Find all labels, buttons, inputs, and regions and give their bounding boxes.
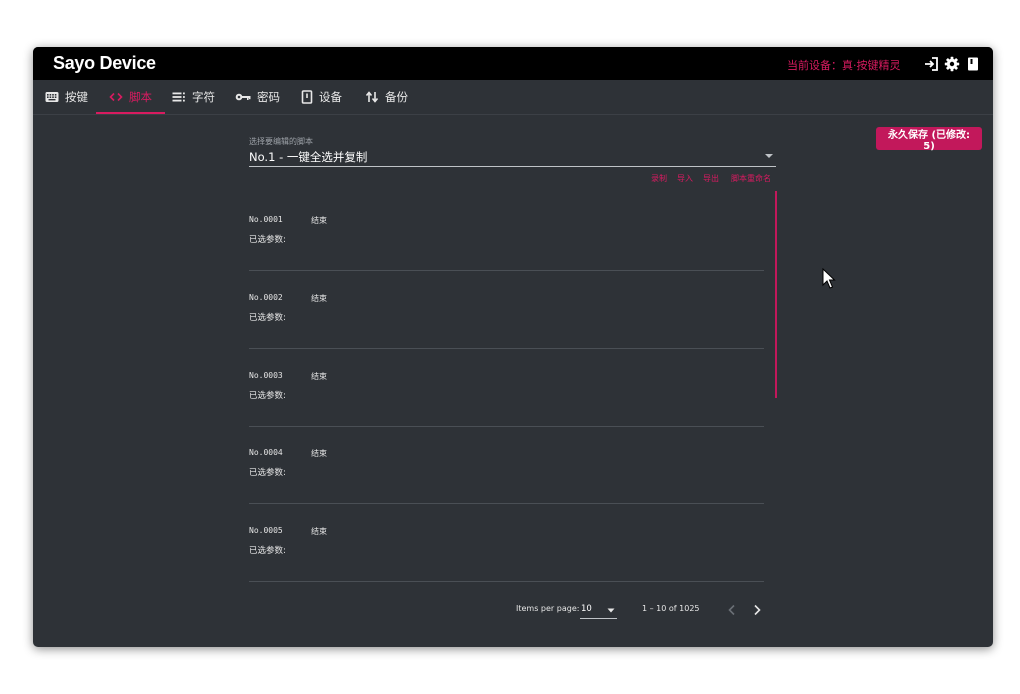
tab-label: 字符 (192, 90, 215, 104)
step-number: No.0002 (249, 293, 283, 302)
tab-passwords[interactable]: 密码 (235, 80, 280, 114)
script-select-value: No.1 - 一键全选并复制 (249, 150, 368, 164)
step-number: No.0003 (249, 371, 283, 380)
import-link[interactable]: 导入 (677, 173, 693, 184)
tab-keys[interactable]: 按键 (45, 80, 88, 114)
list-item[interactable]: No.0001 结束 已选参数: (249, 192, 764, 271)
tab-device[interactable]: 设备 (301, 80, 342, 114)
step-action: 结束 (311, 527, 327, 536)
save-permanently-button[interactable]: 永久保存 (已修改: 5) (876, 127, 982, 152)
tab-backup[interactable]: 备份 (365, 80, 408, 114)
tab-label: 脚本 (129, 90, 152, 104)
code-icon (109, 92, 123, 102)
step-action: 结束 (311, 449, 327, 458)
app-window: Sayo Device 当前设备：真·按键精灵 按键 脚本 字符 密码 设备 备… (33, 47, 993, 647)
gear-icon[interactable] (944, 56, 960, 72)
step-params-label: 已选参数: (249, 468, 286, 478)
page-size-value: 10 (581, 604, 592, 614)
script-select[interactable]: 选择要编辑的脚本 No.1 - 一键全选并复制 (249, 136, 776, 167)
list-item[interactable]: No.0005 结束 已选参数: (249, 503, 764, 582)
script-actions: 录制 导入 导出 脚本重命名 (651, 173, 775, 185)
step-number: No.0005 (249, 526, 283, 535)
export-link[interactable]: 导出 (703, 173, 719, 184)
tab-label: 按键 (65, 90, 88, 104)
list-item[interactable]: No.0002 结束 已选参数: (249, 270, 764, 349)
previous-page-icon[interactable] (724, 602, 740, 618)
record-link[interactable]: 录制 (651, 173, 667, 184)
step-params-label: 已选参数: (249, 391, 286, 401)
mouse-cursor-icon (822, 268, 836, 289)
rename-script-link[interactable]: 脚本重命名 (731, 173, 771, 184)
page-size-select[interactable]: 10 (580, 602, 617, 619)
step-params-label: 已选参数: (249, 546, 286, 556)
chevron-down-icon (765, 154, 773, 158)
app-title: Sayo Device (53, 53, 156, 73)
step-list: No.0001 结束 已选参数: No.0002 结束 已选参数: No.000… (249, 192, 764, 582)
step-params-label: 已选参数: (249, 235, 286, 245)
step-action: 结束 (311, 294, 327, 303)
device-icon (301, 90, 313, 104)
swap-vert-icon (365, 91, 379, 103)
step-number: No.0001 (249, 215, 283, 224)
current-device-label: 当前设备：真·按键精灵 (787, 59, 901, 72)
chevron-down-icon (607, 608, 615, 613)
tab-strings[interactable]: 字符 (172, 80, 215, 114)
paginator: Items per page: 10 1 – 10 of 1025 (513, 599, 773, 621)
keyboard-icon (45, 92, 59, 102)
book-icon[interactable] (965, 56, 981, 72)
step-action: 结束 (311, 372, 327, 381)
tab-scripts[interactable]: 脚本 (96, 80, 165, 114)
tab-bar: 按键 脚本 字符 密码 设备 备份 (33, 80, 993, 115)
list-scrollbar[interactable] (775, 191, 777, 398)
page-range-label: 1 – 10 of 1025 (642, 604, 700, 613)
title-bar: Sayo Device 当前设备：真·按键精灵 (33, 47, 993, 80)
next-page-icon[interactable] (749, 602, 765, 618)
step-number: No.0004 (249, 448, 283, 457)
script-select-label: 选择要编辑的脚本 (249, 137, 313, 146)
items-per-page-label: Items per page: (516, 604, 580, 613)
step-params-label: 已选参数: (249, 313, 286, 323)
tab-label: 备份 (385, 90, 408, 104)
list-item[interactable]: No.0003 结束 已选参数: (249, 348, 764, 427)
select-underline (249, 166, 776, 167)
tab-label: 密码 (257, 90, 280, 104)
login-icon[interactable] (923, 56, 939, 72)
list-item[interactable]: No.0004 结束 已选参数: (249, 425, 764, 504)
key-icon (235, 93, 251, 101)
step-action: 结束 (311, 216, 327, 225)
text-lines-icon (172, 92, 185, 102)
tab-label: 设备 (319, 90, 342, 104)
